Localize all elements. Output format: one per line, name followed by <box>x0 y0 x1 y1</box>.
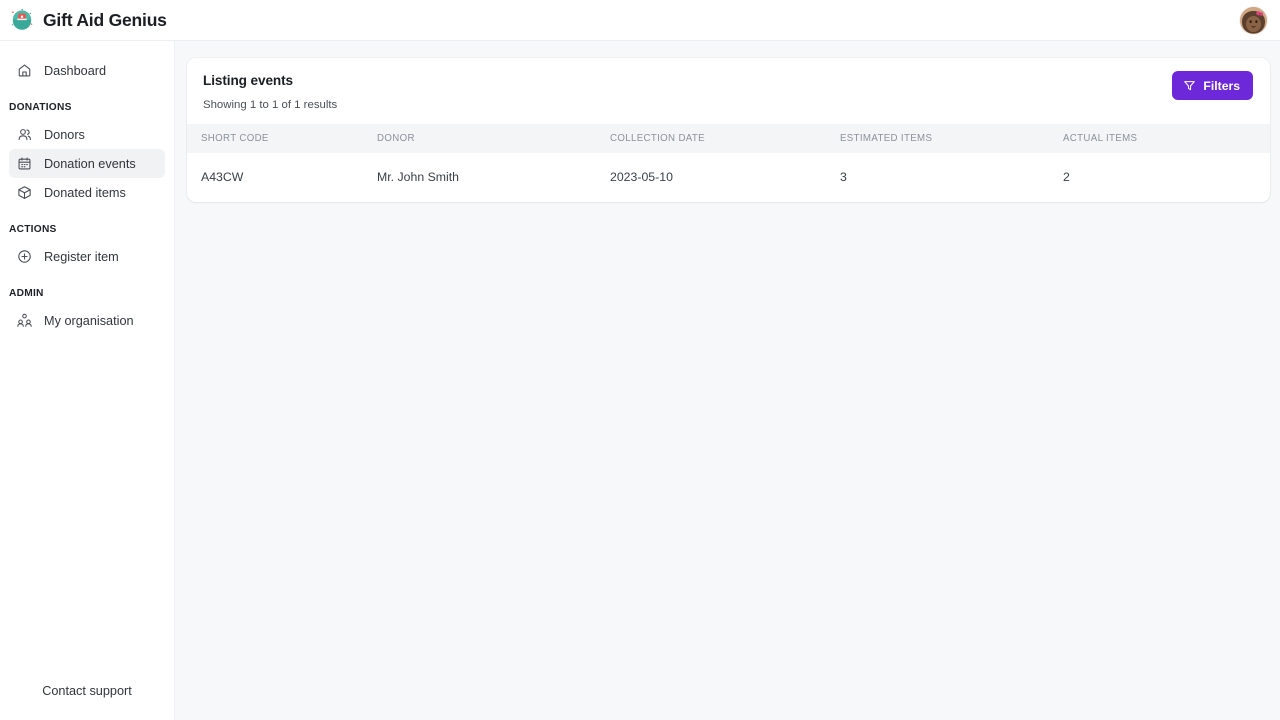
column-header-actual-items[interactable]: ACTUAL ITEMS <box>1063 124 1270 153</box>
page-title: Listing events <box>203 73 293 88</box>
filters-button[interactable]: Filters <box>1172 71 1253 100</box>
users-group-icon <box>17 313 32 328</box>
brand[interactable]: Gift Aid Genius <box>10 8 167 32</box>
sidebar-nav: Dashboard DONATIONS Donors Donation even… <box>0 56 174 662</box>
filters-button-label: Filters <box>1203 78 1240 93</box>
card-header: Listing events Showing 1 to 1 of 1 resul… <box>187 58 1270 124</box>
sidebar-item-donors[interactable]: Donors <box>9 120 165 149</box>
cell-collection-date: 2023-05-10 <box>610 170 673 184</box>
plus-circle-icon <box>17 249 32 264</box>
events-card: Listing events Showing 1 to 1 of 1 resul… <box>187 58 1270 202</box>
column-header-collection-date[interactable]: COLLECTION DATE <box>610 124 840 153</box>
cell-actual-items: 2 <box>1063 170 1070 184</box>
user-avatar[interactable] <box>1240 7 1267 34</box>
sidebar-item-label: Donated items <box>44 185 126 200</box>
cell-estimated-items: 3 <box>840 170 847 184</box>
sidebar-item-donation-events[interactable]: Donation events <box>9 149 165 178</box>
sidebar-footer: Contact support <box>0 662 174 720</box>
sidebar-item-my-organisation[interactable]: My organisation <box>9 306 165 335</box>
app-title: Gift Aid Genius <box>43 9 167 30</box>
events-table: SHORT CODE DONOR COLLECTION DATE ESTIMAT… <box>187 124 1270 202</box>
app-header: Gift Aid Genius <box>0 0 1280 41</box>
home-icon <box>17 63 32 78</box>
table-header-row: SHORT CODE DONOR COLLECTION DATE ESTIMAT… <box>187 124 1270 153</box>
sidebar-item-label: Donors <box>44 127 85 142</box>
sidebar-section-label-admin: ADMIN <box>9 288 44 299</box>
sidebar-item-label: Register item <box>44 249 119 264</box>
table-body: A43CW Mr. John Smith 2023-05-10 3 2 <box>187 153 1270 202</box>
sidebar-item-register-item[interactable]: Register item <box>9 242 165 271</box>
calendar-icon <box>17 156 32 171</box>
sidebar-group-main: Dashboard <box>0 56 174 85</box>
sidebar-item-label: Dashboard <box>44 63 107 78</box>
column-header-short-code[interactable]: SHORT CODE <box>187 124 377 153</box>
sidebar-group-donations: DONATIONS Donors Donation events Donated… <box>0 102 174 207</box>
sidebar-group-admin: ADMIN My organisation <box>0 288 174 335</box>
sidebar-item-dashboard[interactable]: Dashboard <box>9 56 165 85</box>
gift-aid-genius-logo-icon <box>10 8 34 32</box>
sidebar: Dashboard DONATIONS Donors Donation even… <box>0 41 175 720</box>
users-icon <box>17 127 32 142</box>
funnel-icon <box>1183 79 1196 92</box>
main-content: Listing events Showing 1 to 1 of 1 resul… <box>175 41 1280 720</box>
package-icon <box>17 185 32 200</box>
table-header: SHORT CODE DONOR COLLECTION DATE ESTIMAT… <box>187 124 1270 153</box>
column-header-estimated-items[interactable]: ESTIMATED ITEMS <box>840 124 1063 153</box>
sidebar-group-actions: ACTIONS Register item <box>0 224 174 271</box>
contact-support-link[interactable]: Contact support <box>42 684 132 698</box>
cell-short-code: A43CW <box>201 170 244 184</box>
cell-donor: Mr. John Smith <box>377 170 460 184</box>
column-header-donor[interactable]: DONOR <box>377 124 610 153</box>
sidebar-item-donated-items[interactable]: Donated items <box>9 178 165 207</box>
sidebar-item-label: My organisation <box>44 313 134 328</box>
sidebar-item-label: Donation events <box>44 156 136 171</box>
sidebar-section-label-actions: ACTIONS <box>9 224 57 235</box>
sidebar-section-label-donations: DONATIONS <box>9 102 72 113</box>
table-row[interactable]: A43CW Mr. John Smith 2023-05-10 3 2 <box>187 153 1270 202</box>
results-count: Showing 1 to 1 of 1 results <box>203 99 338 111</box>
